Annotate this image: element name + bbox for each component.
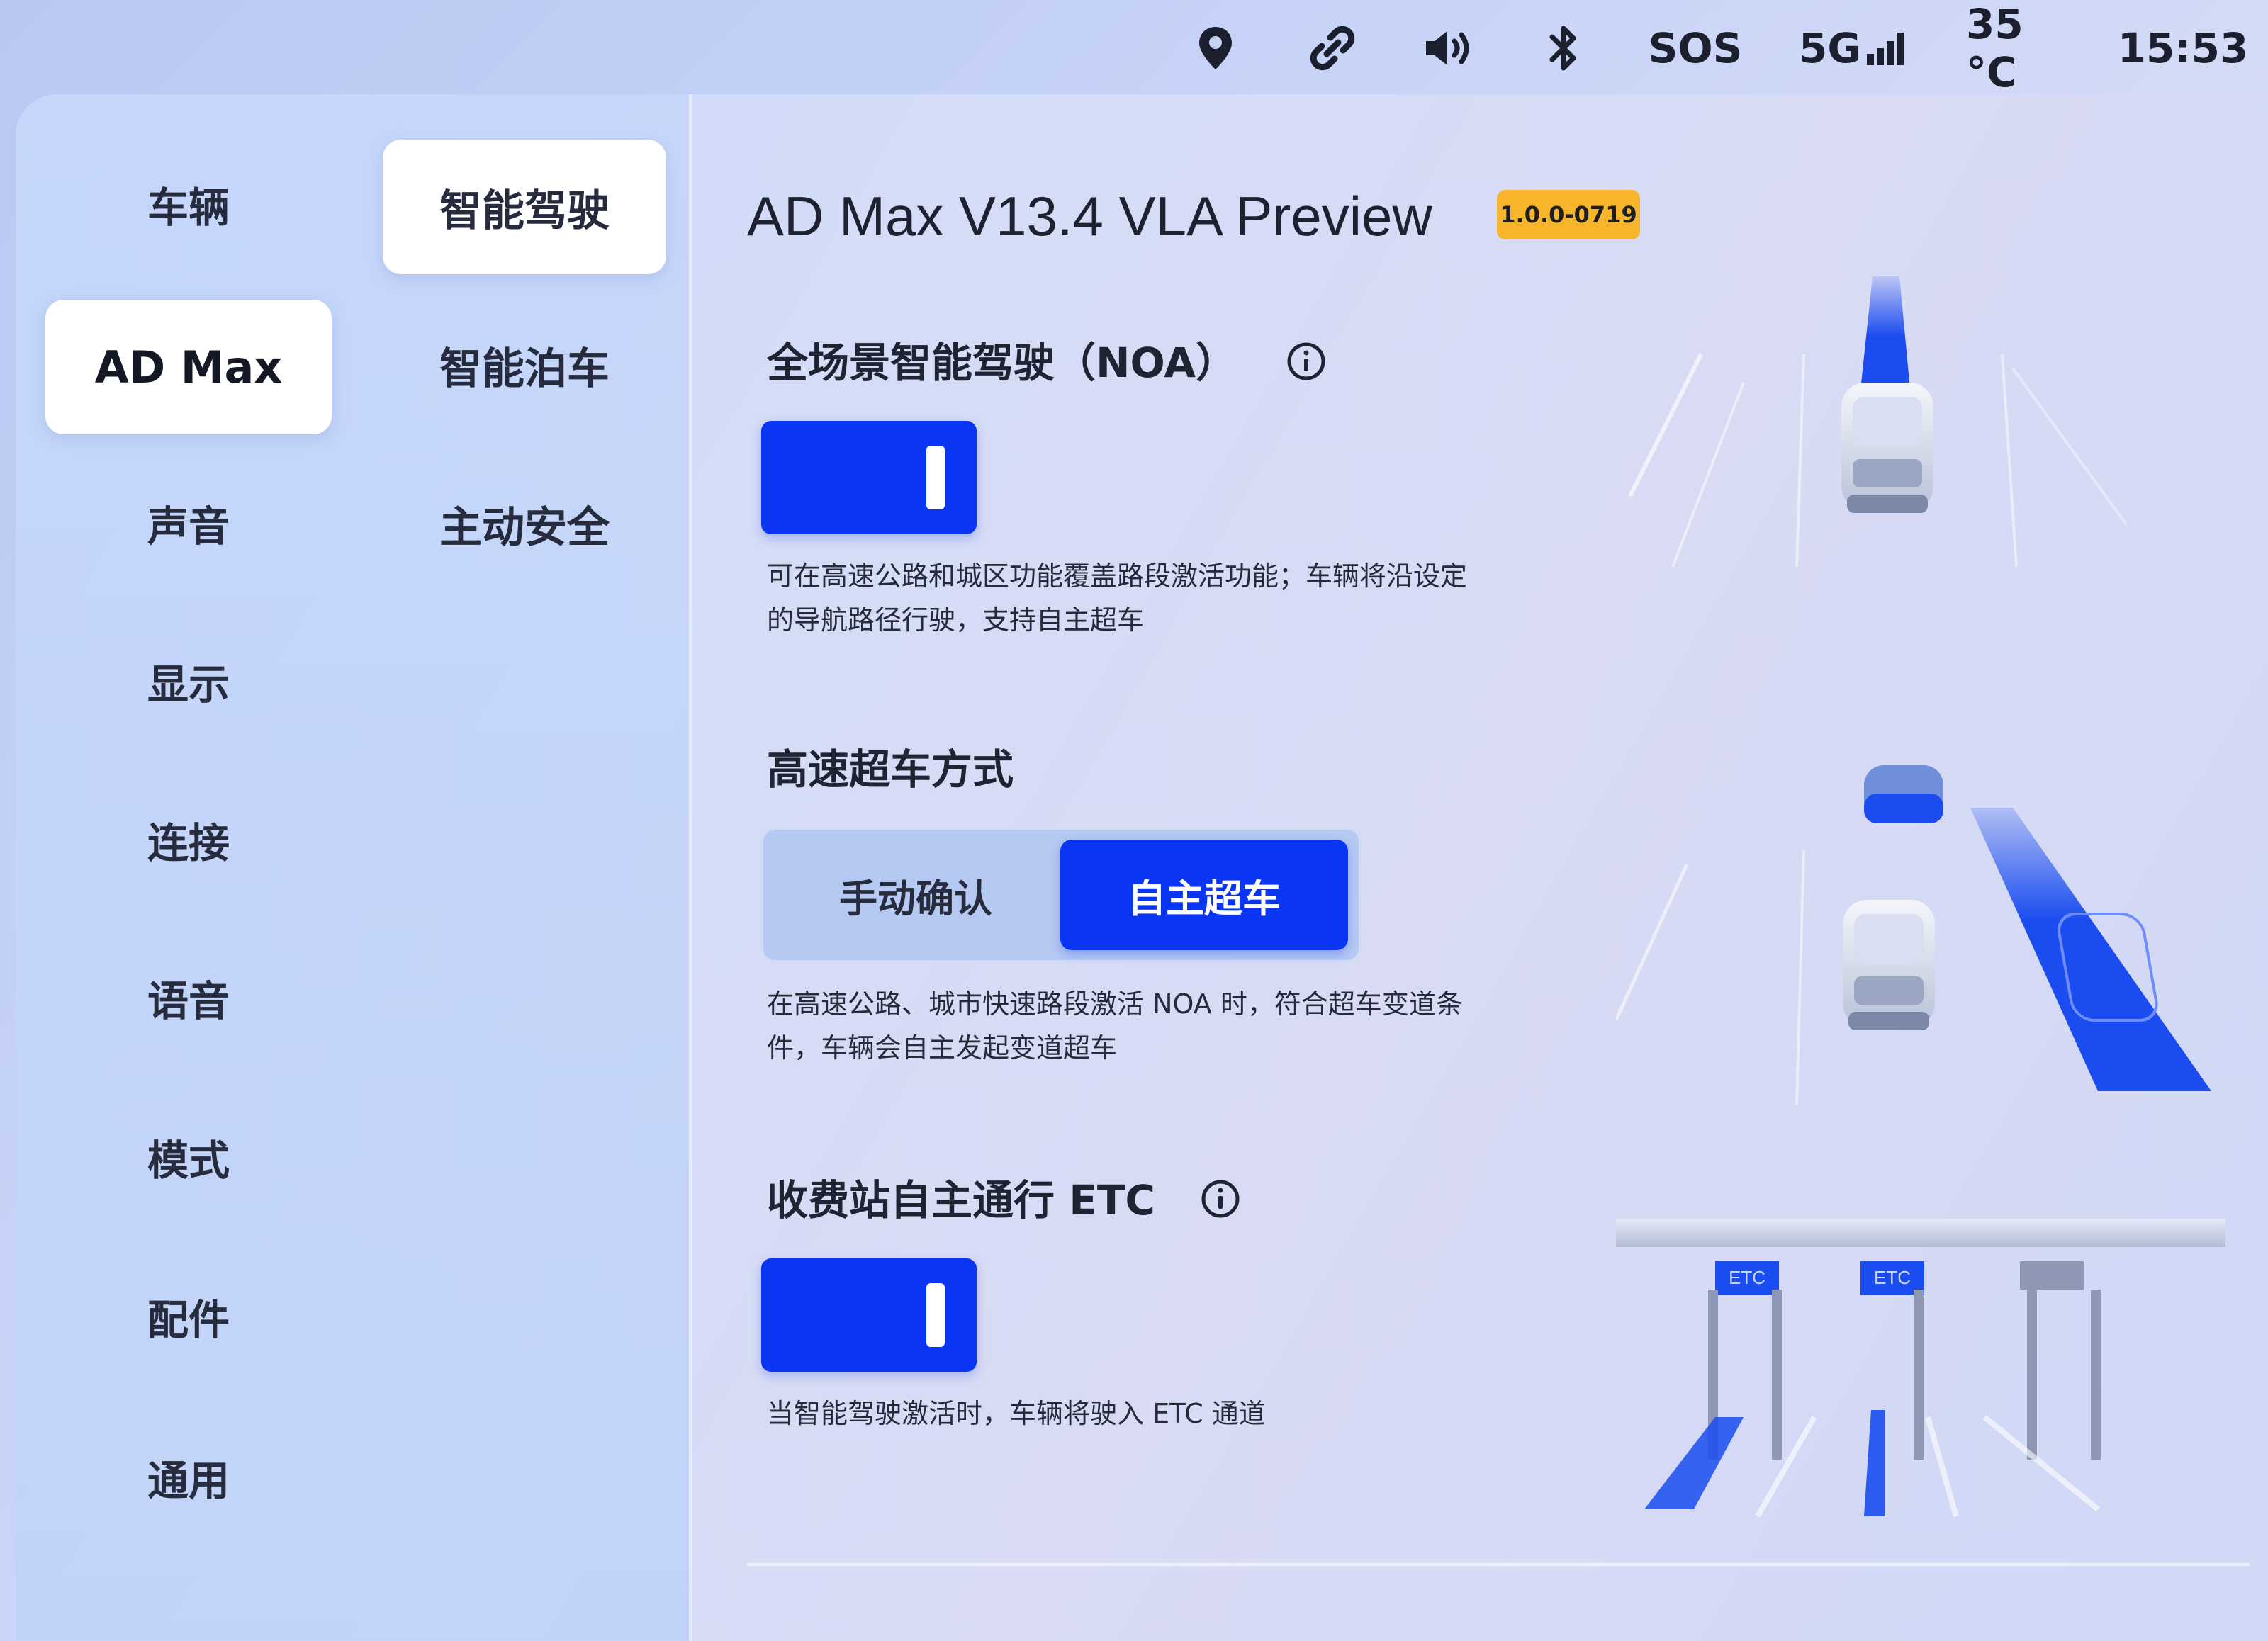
nav-item-sound[interactable]: 声音 bbox=[45, 456, 332, 590]
noa-description: 可在高速公路和城区功能覆盖路段激活功能；车辆将沿设定的导航路径行驶，支持自主超车 bbox=[767, 560, 1468, 636]
sos-label: SOS bbox=[1648, 24, 1743, 72]
nav-item-display[interactable]: 显示 bbox=[45, 614, 332, 748]
nav-item-mode[interactable]: 模式 bbox=[45, 1090, 332, 1224]
divider bbox=[747, 1563, 2250, 1566]
overtake-title: 高速超车方式 bbox=[767, 745, 1014, 794]
clock-label: 15:53 bbox=[2117, 24, 2249, 72]
etc-description: 当智能驾驶激活时，车辆将驶入 ETC 通道 bbox=[767, 1398, 1266, 1429]
status-bar: SOS 5G 35 °C 15:53 bbox=[0, 0, 2268, 96]
etc-title: 收费站自主通行 ETC bbox=[767, 1176, 1155, 1224]
etc-booth-label: ETC bbox=[1874, 1267, 1911, 1288]
etc-toggle[interactable] bbox=[761, 1258, 977, 1372]
overtake-illustration bbox=[1616, 765, 2211, 1106]
overtake-description: 在高速公路、城市快速路段激活 NOA 时，符合超车变道条件，车辆会自主发起变道超… bbox=[767, 988, 1463, 1064]
option-auto-overtake[interactable]: 自主超车 bbox=[1060, 840, 1348, 950]
network-status: 5G bbox=[1799, 21, 1912, 75]
temperature-label: 35 °C bbox=[1966, 0, 2023, 96]
info-icon[interactable] bbox=[1286, 342, 1326, 381]
version-badge: 1.0.0-0719 bbox=[1497, 190, 1640, 239]
subnav-item-smart-parking[interactable]: 智能泊车 bbox=[383, 298, 666, 432]
nav-item-ad-max[interactable]: AD Max bbox=[45, 300, 332, 434]
noa-title: 全场景智能驾驶（NOA） bbox=[767, 339, 1237, 387]
noa-toggle[interactable] bbox=[761, 421, 977, 534]
signal-icon bbox=[1866, 33, 1904, 65]
noa-illustration bbox=[1628, 276, 2128, 568]
toggle-knob bbox=[926, 1283, 945, 1347]
bluetooth-icon bbox=[1542, 21, 1585, 75]
option-manual-confirm[interactable]: 手动确认 bbox=[774, 840, 1057, 950]
network-label: 5G bbox=[1799, 24, 1861, 72]
toggle-knob bbox=[926, 446, 945, 509]
subnav-item-smart-driving[interactable]: 智能驾驶 bbox=[383, 140, 666, 274]
subnav-item-active-safety[interactable]: 主动安全 bbox=[383, 456, 666, 591]
nav-item-accessories[interactable]: 配件 bbox=[45, 1249, 332, 1384]
etc-illustration: ETC ETC bbox=[1616, 1219, 2225, 1518]
page-title: AD Max V13.4 VLA Preview bbox=[747, 184, 1432, 247]
location-icon bbox=[1191, 21, 1240, 75]
nav-item-general[interactable]: 通用 bbox=[45, 1410, 332, 1545]
volume-icon bbox=[1418, 21, 1480, 75]
nav-item-vehicle[interactable]: 车辆 bbox=[45, 137, 332, 271]
overtake-mode-selector: 手动确认 自主超车 bbox=[761, 828, 1361, 962]
link-icon bbox=[1303, 21, 1362, 75]
etc-booth-label: ETC bbox=[1729, 1267, 1765, 1288]
info-icon[interactable] bbox=[1201, 1179, 1240, 1219]
nav-item-connection[interactable]: 连接 bbox=[45, 772, 332, 907]
nav-item-voice[interactable]: 语音 bbox=[45, 930, 332, 1065]
